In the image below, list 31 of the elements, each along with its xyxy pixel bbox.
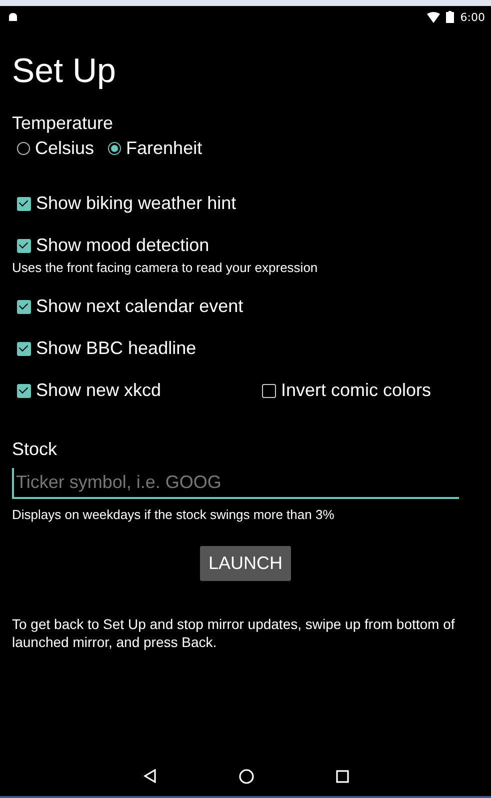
ticker-input-field[interactable]: Ticker symbol, i.e. GOOG — [12, 468, 459, 499]
section-label: Temperature — [12, 113, 114, 134]
checkbox-option[interactable]: Show mood detection — [12, 235, 210, 256]
checkbox[interactable] — [17, 300, 31, 314]
checkbox[interactable] — [17, 196, 31, 210]
checkbox-option[interactable]: Show next calendar event — [12, 296, 244, 317]
radio-option[interactable]: Celsius — [17, 138, 94, 159]
stock-hint: Displays on weekdays if the stock swings more than 3% — [12, 507, 336, 522]
checkbox-option[interactable]: Show biking weather hint — [12, 193, 236, 214]
launch-button[interactable]: LAUNCH — [200, 546, 290, 581]
battery-icon — [446, 11, 454, 23]
android-icon — [8, 12, 18, 22]
radio-option[interactable]: Farenheit — [108, 138, 202, 159]
status-time: 6:00 — [460, 10, 485, 24]
checkbox[interactable] — [17, 238, 31, 252]
home-icon[interactable] — [238, 768, 254, 784]
checkbox-option[interactable]: Show BBC headline — [12, 338, 196, 359]
option-hint: Uses the front facing camera to read your expression — [12, 260, 319, 275]
back-icon[interactable] — [142, 769, 156, 783]
radio-button[interactable] — [17, 142, 30, 155]
checkbox[interactable] — [17, 342, 31, 356]
footer-note: To get back to Set Up and stop mirror updates, swipe up from bottom of launched mirror, and press Back. — [12, 615, 456, 651]
section-label: Stock — [12, 439, 58, 460]
checkbox[interactable] — [262, 384, 276, 398]
page-title: Set Up — [12, 52, 117, 91]
radio-button[interactable] — [108, 142, 122, 155]
wifi-icon — [427, 12, 440, 22]
recents-icon[interactable] — [336, 770, 348, 782]
checkbox[interactable] — [17, 384, 31, 398]
checkbox-option[interactable]: Show new xkcd — [12, 380, 257, 401]
checkbox-option[interactable]: Invert comic colors — [257, 380, 432, 401]
